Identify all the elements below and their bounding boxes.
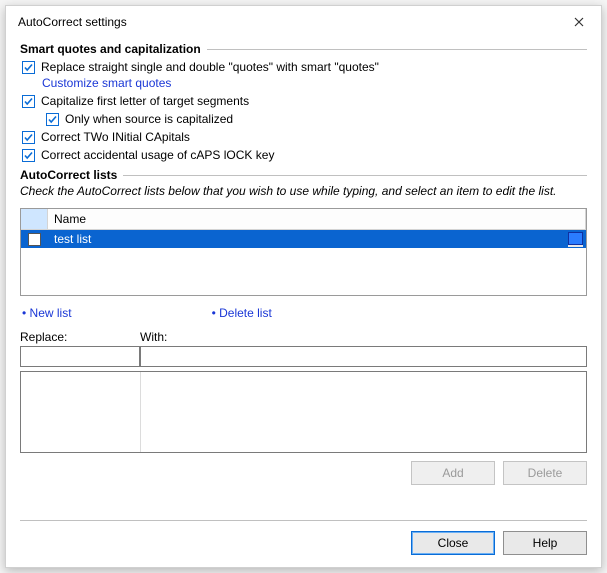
checkbox-label: Correct TWo INitial CApitals	[41, 130, 190, 144]
divider	[207, 49, 587, 50]
list-row[interactable]: test list	[21, 230, 586, 248]
link-customize-quotes[interactable]: Customize smart quotes	[42, 76, 587, 90]
group-label: Smart quotes and capitalization	[20, 42, 201, 56]
with-label: With:	[140, 330, 587, 344]
content-area: Smart quotes and capitalization Replace …	[6, 36, 601, 506]
window-title: AutoCorrect settings	[18, 15, 127, 29]
add-button[interactable]: Add	[411, 461, 495, 485]
checkmark-icon	[46, 113, 59, 126]
checkbox-label: Replace straight single and double "quot…	[41, 60, 379, 74]
row-checkbox[interactable]	[21, 230, 48, 248]
checkbox-replace-quotes[interactable]: Replace straight single and double "quot…	[22, 60, 587, 74]
checkbox-caps-lock[interactable]: Correct accidental usage of cAPS lOCK ke…	[22, 148, 587, 162]
checkbox-label: Capitalize first letter of target segmen…	[41, 94, 249, 108]
checkbox-label: Only when source is capitalized	[65, 112, 233, 126]
row-type-icon	[564, 230, 586, 248]
close-icon[interactable]	[565, 12, 593, 32]
entries-grid[interactable]	[20, 371, 587, 453]
hint-text: Check the AutoCorrect lists below that y…	[20, 184, 587, 198]
checkbox-capitalize-first[interactable]: Capitalize first letter of target segmen…	[22, 94, 587, 108]
replace-field-group: Replace:	[20, 330, 140, 367]
checkmark-icon	[22, 95, 35, 108]
checkmark-icon	[22, 149, 35, 162]
column-header-checkbox[interactable]	[21, 209, 48, 229]
replace-input[interactable]	[20, 346, 140, 367]
list-actions: New list Delete list	[22, 306, 587, 320]
titlebar: AutoCorrect settings	[6, 6, 601, 36]
checkbox-two-initial[interactable]: Correct TWo INitial CApitals	[22, 130, 587, 144]
group-header-lists: AutoCorrect lists	[20, 168, 587, 182]
autocorrect-list[interactable]: Name test list	[20, 208, 587, 296]
checkbox-icon	[28, 233, 41, 246]
list-header: Name	[21, 209, 586, 230]
monitor-icon	[568, 232, 583, 245]
checkbox-only-when-source[interactable]: Only when source is capitalized	[46, 112, 587, 126]
close-button[interactable]: Close	[411, 531, 495, 555]
with-field-group: With:	[140, 330, 587, 367]
dialog-footer: Close Help	[20, 520, 587, 555]
checkbox-label: Correct accidental usage of cAPS lOCK ke…	[41, 148, 274, 162]
group-header-quotes: Smart quotes and capitalization	[20, 42, 587, 56]
checkmark-icon	[22, 61, 35, 74]
column-header-name[interactable]: Name	[48, 209, 586, 229]
row-name: test list	[48, 230, 564, 248]
help-button[interactable]: Help	[503, 531, 587, 555]
dialog-window: AutoCorrect settings Smart quotes and ca…	[5, 5, 602, 568]
delete-button[interactable]: Delete	[503, 461, 587, 485]
with-input[interactable]	[140, 346, 587, 367]
checkmark-icon	[22, 131, 35, 144]
group-label: AutoCorrect lists	[20, 168, 117, 182]
link-delete-list[interactable]: Delete list	[212, 306, 272, 320]
link-new-list[interactable]: New list	[22, 306, 72, 320]
replace-label: Replace:	[20, 330, 140, 344]
entry-buttons: Add Delete	[20, 461, 587, 485]
replace-with-row: Replace: With:	[20, 330, 587, 367]
divider	[123, 175, 587, 176]
